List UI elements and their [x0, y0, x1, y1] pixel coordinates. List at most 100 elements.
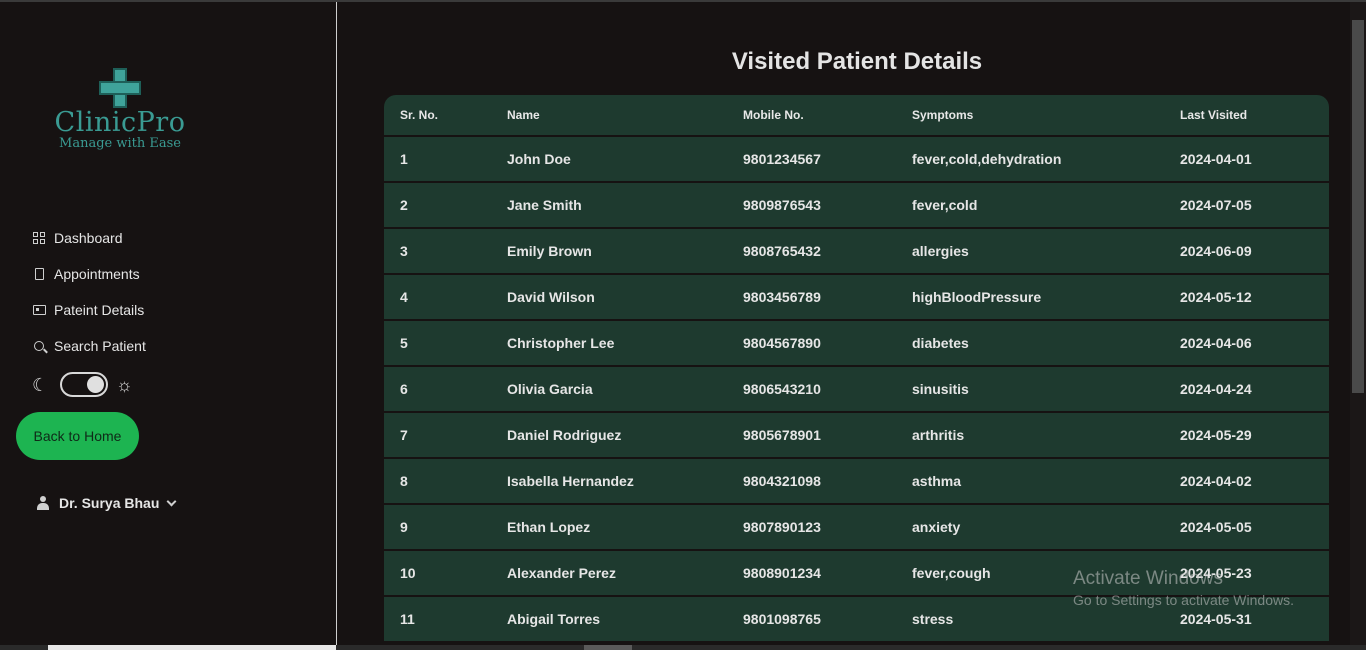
- main-content: Visited Patient Details Sr. No. Name Mob…: [338, 2, 1350, 645]
- table-cell: 4: [400, 289, 408, 305]
- table-cell: Emily Brown: [507, 243, 592, 259]
- back-to-home-button[interactable]: Back to Home: [16, 412, 139, 460]
- toggle-knob: [87, 376, 104, 393]
- table-row[interactable]: 7 Daniel Rodriguez 9805678901 arthritis 2024…: [384, 413, 1329, 457]
- table-row[interactable]: 6 Olivia Garcia 9806543210 sinusitis 2024-04…: [384, 367, 1329, 411]
- table-cell: John Doe: [507, 151, 571, 167]
- table-cell: Abigail Torres: [507, 611, 601, 627]
- sidebar-item-label: Dashboard: [54, 230, 123, 246]
- user-icon: [36, 495, 50, 511]
- table-cell: Jane Smith: [507, 197, 582, 213]
- table-cell: 9804321098: [743, 473, 821, 489]
- patients-table: Sr. No. Name Mobile No. Symptoms Last Vi…: [384, 95, 1329, 641]
- brand-subtitle: Manage with Ease: [59, 136, 181, 151]
- column-header: Symptoms: [912, 108, 974, 122]
- table-cell: 2024-05-31: [1180, 611, 1252, 627]
- sidebar: ClinicPro Manage with Ease Dashboard App…: [0, 2, 337, 645]
- table-cell: 9801234567: [743, 151, 821, 167]
- user-name: Dr. Surya Bhau: [59, 495, 160, 511]
- table-cell: diabetes: [912, 335, 969, 351]
- table-cell: 5: [400, 335, 408, 351]
- table-cell: stress: [912, 611, 954, 627]
- table-cell: 2024-05-29: [1180, 427, 1252, 443]
- scrollbar-thumb[interactable]: [584, 645, 632, 650]
- table-cell: 2024-07-05: [1180, 197, 1252, 213]
- table-row[interactable]: 4 David Wilson 9803456789 highBloodPressure…: [384, 275, 1329, 319]
- column-header: Mobile No.: [743, 108, 804, 122]
- table-cell: 2024-04-02: [1180, 473, 1252, 489]
- chevron-down-icon: [166, 496, 177, 506]
- table-cell: 9809876543: [743, 197, 821, 213]
- table-row[interactable]: 9 Ethan Lopez 9807890123 anxiety 2024-05-05: [384, 505, 1329, 549]
- watermark-subtitle: Go to Settings to activate Windows.: [1073, 592, 1294, 608]
- table-cell: 2024-04-24: [1180, 381, 1252, 397]
- table-cell: asthma: [912, 473, 962, 489]
- table-cell: 9803456789: [743, 289, 821, 305]
- table-row[interactable]: 1 John Doe 9801234567 fever,cold,dehydratio…: [384, 137, 1329, 181]
- table-cell: sinusitis: [912, 381, 969, 397]
- sidebar-item-label: Appointments: [54, 266, 140, 282]
- table-cell: fever,cold,dehydration: [912, 151, 1062, 167]
- table-row[interactable]: 5 Christopher Lee 9804567890 diabetes 2024-0…: [384, 321, 1329, 365]
- horizontal-scrollbar[interactable]: [0, 645, 1366, 650]
- taskbar-strip: [48, 645, 336, 650]
- table-cell: 2024-05-05: [1180, 519, 1252, 535]
- vertical-scrollbar[interactable]: [1350, 2, 1366, 645]
- table-cell: 10: [400, 565, 416, 581]
- table-cell: 1: [400, 151, 408, 167]
- clinicpro-logo[interactable]: ClinicPro Manage with Ease: [50, 68, 190, 152]
- table-row[interactable]: 2 Jane Smith 9809876543 fever,cold 2024-07-0…: [384, 183, 1329, 227]
- moon-icon: ☾: [32, 374, 49, 395]
- id-card-icon: [32, 303, 46, 317]
- table-cell: 3: [400, 243, 408, 259]
- sidebar-nav: Dashboard Appointments Pateint Details S…: [32, 228, 146, 372]
- table-cell: 2: [400, 197, 408, 213]
- table-row[interactable]: 3 Emily Brown 9808765432 allergies 2024-06-0…: [384, 229, 1329, 273]
- medical-cross-icon: [99, 68, 141, 108]
- dashboard-grid-icon: [32, 231, 46, 245]
- column-header: Sr. No.: [400, 108, 439, 122]
- user-menu[interactable]: Dr. Surya Bhau: [36, 495, 177, 511]
- table-cell: 9808901234: [743, 565, 821, 581]
- windows-activation-watermark: Activate Windows Go to Settings to activ…: [1073, 568, 1294, 610]
- sidebar-item-search-patient[interactable]: Search Patient: [32, 336, 146, 356]
- sidebar-item-patient-details[interactable]: Pateint Details: [32, 300, 146, 320]
- sidebar-item-appointments[interactable]: Appointments: [32, 264, 146, 284]
- table-cell: 9808765432: [743, 243, 821, 259]
- theme-switcher: ☾ ☼: [32, 372, 133, 397]
- scrollbar-thumb[interactable]: [1352, 20, 1364, 393]
- column-header: Last Visited: [1180, 108, 1248, 122]
- search-icon: [32, 339, 46, 353]
- theme-toggle[interactable]: [60, 372, 108, 397]
- brand-title: ClinicPro: [54, 107, 186, 138]
- sidebar-item-label: Pateint Details: [54, 302, 145, 318]
- table-cell: anxiety: [912, 519, 961, 535]
- table-cell: Olivia Garcia: [507, 381, 593, 397]
- table-header: Sr. No. Name Mobile No. Symptoms Last Vi…: [384, 95, 1329, 135]
- table-cell: 2024-05-12: [1180, 289, 1252, 305]
- table-cell: 8: [400, 473, 408, 489]
- table-cell: 2024-04-01: [1180, 151, 1252, 167]
- sidebar-item-dashboard[interactable]: Dashboard: [32, 228, 146, 248]
- table-cell: 9801098765: [743, 611, 821, 627]
- table-cell: 11: [400, 611, 415, 627]
- page-title: Visited Patient Details: [731, 48, 983, 75]
- table-body: 1 John Doe 9801234567 fever,cold,dehydratio…: [384, 137, 1329, 641]
- table-cell: fever,cold: [912, 197, 978, 213]
- table-cell: 9804567890: [743, 335, 821, 351]
- table-cell: highBloodPressure: [912, 289, 1042, 305]
- table-cell: 9: [400, 519, 408, 535]
- table-cell: 2024-06-09: [1180, 243, 1252, 259]
- watermark-title: Activate Windows: [1073, 568, 1223, 589]
- table-cell: David Wilson: [507, 289, 595, 305]
- sun-icon: ☼: [116, 374, 133, 395]
- table-cell: allergies: [912, 243, 969, 259]
- table-cell: 9807890123: [743, 519, 821, 535]
- table-row[interactable]: 8 Isabella Hernandez 9804321098 asthma 2024-…: [384, 459, 1329, 503]
- table-cell: arthritis: [912, 427, 965, 443]
- table-cell: 6: [400, 381, 408, 397]
- sidebar-item-label: Search Patient: [54, 338, 146, 354]
- column-header: Name: [507, 108, 540, 122]
- table-cell: 7: [400, 427, 408, 443]
- table-cell: Alexander Perez: [507, 565, 616, 581]
